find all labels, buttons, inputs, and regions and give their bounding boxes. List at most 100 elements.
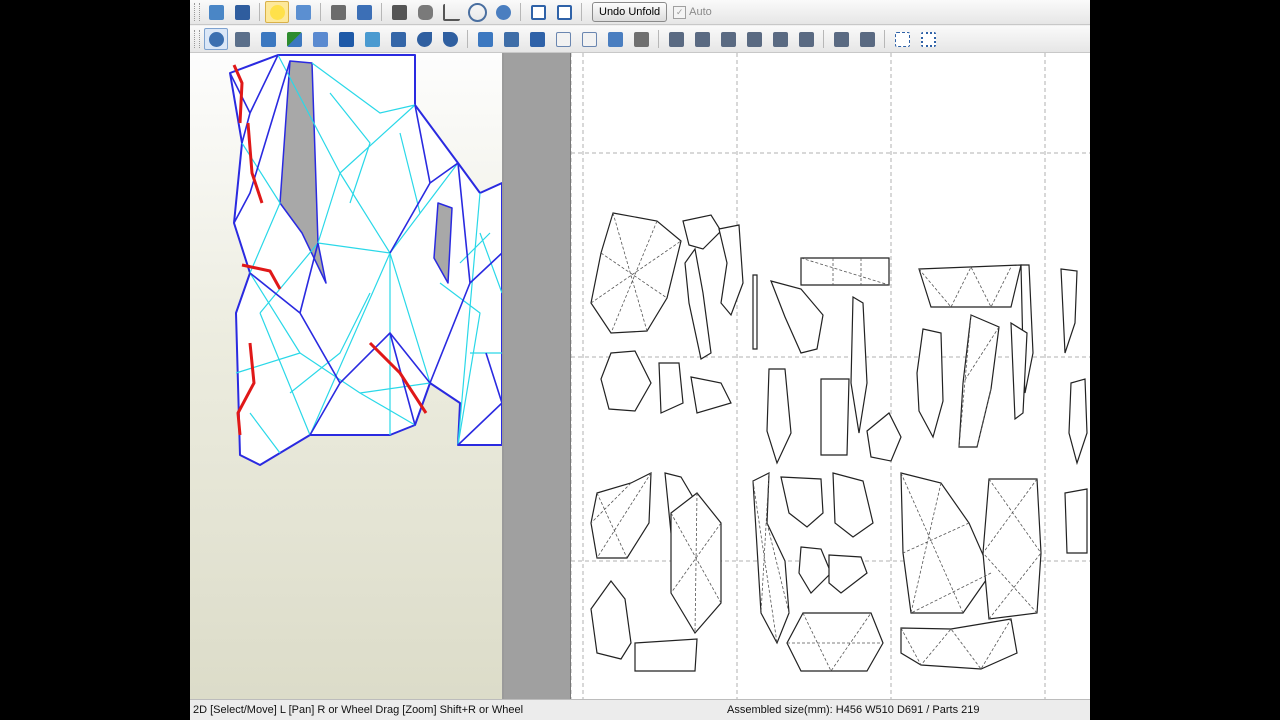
cube-icon xyxy=(330,4,346,20)
toolbar-separator xyxy=(259,3,260,21)
cut-button[interactable] xyxy=(387,1,411,23)
part-piece xyxy=(590,579,632,660)
status-assembled-size: Assembled size(mm): H456 W510 D691 / Par… xyxy=(727,704,980,716)
2d-pattern-canvas[interactable] xyxy=(571,53,1090,699)
atom-icon xyxy=(467,2,487,22)
print-icon xyxy=(633,31,649,47)
align-center-button[interactable] xyxy=(690,28,714,50)
part-piece xyxy=(718,224,744,317)
flip-button[interactable] xyxy=(829,28,853,50)
mirror-button[interactable] xyxy=(855,28,879,50)
align-top-button[interactable] xyxy=(716,28,740,50)
align-top-icon xyxy=(720,31,736,47)
toolbar-separator xyxy=(381,3,382,21)
redo-icon xyxy=(442,31,458,47)
3d-model-canvas[interactable] xyxy=(190,53,502,699)
image-icon xyxy=(364,31,380,47)
part-piece xyxy=(780,476,824,528)
toolbar-separator xyxy=(320,3,321,21)
select-button[interactable] xyxy=(204,28,228,50)
redo-button[interactable] xyxy=(438,28,462,50)
toolbar-separator xyxy=(823,30,824,48)
part-piece xyxy=(600,350,652,412)
toolbar-separator xyxy=(520,3,521,21)
paint-button[interactable] xyxy=(386,28,410,50)
save-icon xyxy=(234,4,250,20)
unfolded-parts xyxy=(590,212,1088,672)
text-button[interactable] xyxy=(334,28,358,50)
2d-view-pane[interactable] xyxy=(570,53,1090,699)
book-icon xyxy=(477,31,493,47)
part-piece xyxy=(682,214,722,250)
layout-split-icon xyxy=(530,4,546,20)
atom-button[interactable] xyxy=(465,1,489,23)
axis-button[interactable] xyxy=(439,1,463,23)
edit-toolbar xyxy=(190,26,1090,53)
flap-button[interactable] xyxy=(525,28,549,50)
lightbulb-button[interactable] xyxy=(265,1,289,23)
part-piece xyxy=(1060,268,1078,354)
fit-button[interactable] xyxy=(890,28,914,50)
clipboard-button[interactable] xyxy=(603,28,627,50)
part-piece xyxy=(982,478,1042,620)
main-toolbar: Undo Unfold ✓ Auto xyxy=(190,0,1090,25)
3d-view-pane[interactable] xyxy=(190,53,504,699)
toolbar-grip[interactable] xyxy=(194,3,200,21)
collapse-button[interactable] xyxy=(499,28,523,50)
part-piece xyxy=(798,546,832,594)
align-bottom-button[interactable] xyxy=(794,28,818,50)
part-piece xyxy=(828,554,868,594)
pencil-button[interactable] xyxy=(308,28,332,50)
connect-button[interactable] xyxy=(491,1,515,23)
clipboard-icon xyxy=(607,31,623,47)
edge-button[interactable] xyxy=(282,28,306,50)
align-middle-button[interactable] xyxy=(768,28,792,50)
checkmark-icon: ✓ xyxy=(673,5,687,19)
cylinder-icon xyxy=(417,4,433,20)
join-button[interactable] xyxy=(256,28,280,50)
align-center-icon xyxy=(694,31,710,47)
part-piece xyxy=(918,264,1022,308)
book-button[interactable] xyxy=(473,28,497,50)
auto-checkbox[interactable]: ✓ Auto xyxy=(673,5,712,19)
rotate-icon xyxy=(234,31,250,47)
part-piece xyxy=(766,368,792,465)
window-button[interactable] xyxy=(552,1,576,23)
save-button[interactable] xyxy=(230,1,254,23)
part-piece xyxy=(634,638,698,672)
cylinder-button[interactable] xyxy=(413,1,437,23)
pane-splitter[interactable] xyxy=(504,53,570,699)
rotate-button[interactable] xyxy=(230,28,254,50)
pencil-icon xyxy=(312,31,328,47)
toolbar-grip[interactable] xyxy=(194,30,200,48)
align-right-icon xyxy=(746,31,762,47)
align-right-button[interactable] xyxy=(742,28,766,50)
open-icon xyxy=(208,4,224,20)
box-button[interactable] xyxy=(352,1,376,23)
print-button[interactable] xyxy=(629,28,653,50)
open-button[interactable] xyxy=(204,1,228,23)
part-piece xyxy=(658,362,684,414)
page-button[interactable] xyxy=(551,28,575,50)
align-middle-icon xyxy=(772,31,788,47)
cube-button[interactable] xyxy=(326,1,350,23)
cubes-button[interactable] xyxy=(291,1,315,23)
pepakura-window: Undo Unfold ✓ Auto 2D [Select/Move] L [P… xyxy=(190,0,1090,720)
part-piece xyxy=(820,378,850,456)
lightbulb-icon xyxy=(269,4,285,20)
copy-button[interactable] xyxy=(577,28,601,50)
frame-button[interactable] xyxy=(916,28,940,50)
part-piece xyxy=(832,472,874,538)
undo-unfold-button[interactable]: Undo Unfold xyxy=(592,2,668,22)
auto-label: Auto xyxy=(689,6,712,18)
collapse-icon xyxy=(503,31,519,47)
align-left-button[interactable] xyxy=(664,28,688,50)
toolbar-separator xyxy=(467,30,468,48)
part-piece xyxy=(752,274,758,350)
fit-icon xyxy=(894,31,910,47)
status-mode-hint: 2D [Select/Move] L [Pan] R or Wheel Drag… xyxy=(193,704,524,716)
part-piece xyxy=(1068,378,1088,466)
layout-split-button[interactable] xyxy=(526,1,550,23)
undo-button[interactable] xyxy=(412,28,436,50)
image-button[interactable] xyxy=(360,28,384,50)
